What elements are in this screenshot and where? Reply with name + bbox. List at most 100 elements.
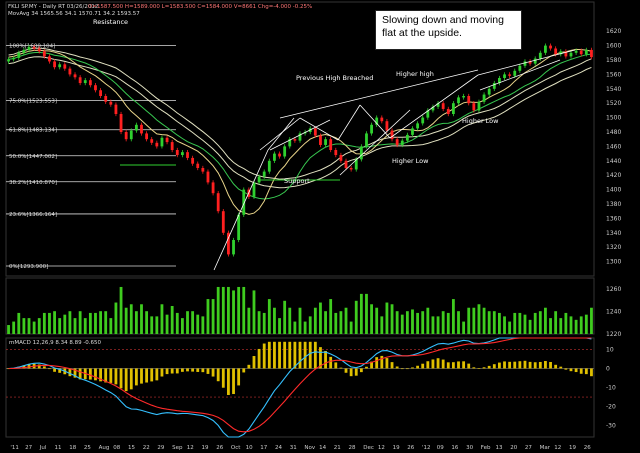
candle-body: [134, 124, 138, 131]
macd-histogram-bar: [518, 361, 522, 369]
candle-body: [170, 142, 174, 150]
volume-bar: [569, 316, 573, 334]
volume-bar: [411, 309, 414, 334]
macd-histogram-bar: [262, 343, 266, 369]
macd-histogram-bar: [482, 367, 486, 369]
macd-histogram-bar: [446, 362, 450, 369]
macd-histogram-bar: [457, 361, 460, 369]
volume-tick-label: 1220: [606, 331, 621, 338]
price-tick-label: 1380: [606, 201, 621, 208]
candle-body: [421, 117, 425, 124]
volume-bar: [278, 318, 281, 334]
macd-histogram-bar: [134, 368, 138, 386]
macd-histogram-bar: [508, 361, 512, 369]
volume-bar: [416, 312, 420, 334]
macd-histogram-bar: [554, 364, 558, 369]
price-tick-label: 1400: [606, 187, 621, 194]
price-tick-label: 1540: [606, 86, 621, 93]
volume-bar: [12, 321, 16, 334]
price-tick-label: 1300: [606, 259, 621, 266]
candle-body: [99, 90, 102, 96]
volume-bar: [303, 321, 307, 334]
candle-body: [319, 135, 322, 145]
candle-body: [201, 168, 205, 172]
price-tick-label: 1580: [606, 57, 621, 64]
support-label: Support: [284, 177, 310, 185]
candle-body: [48, 56, 51, 62]
volume-bar: [528, 319, 532, 334]
price-tick-label: 1360: [606, 215, 621, 222]
candle-body: [411, 128, 414, 135]
volume-bar: [150, 316, 154, 334]
macd-histogram-bar: [114, 368, 118, 385]
macd-histogram-bar: [308, 341, 312, 369]
chart-window: FKLI SP.MY - Daily RT 03/26/2012 O=1587.5…: [0, 0, 640, 453]
macd-histogram-bar: [390, 362, 394, 369]
x-tick-label: Sep: [172, 445, 183, 451]
macd-histogram-bar: [48, 368, 51, 370]
candle-body: [441, 103, 445, 109]
candle-body: [78, 77, 82, 84]
volume-bar: [513, 312, 517, 334]
candle-body: [140, 124, 143, 134]
candle-body: [206, 171, 210, 183]
previous-high-label: Previous High Breached: [296, 74, 373, 82]
macd-histogram-bar: [344, 368, 348, 373]
macd-histogram-bar: [503, 361, 506, 369]
volume-bar: [533, 312, 537, 334]
macd-histogram-bar: [436, 358, 440, 369]
volume-bar: [227, 286, 230, 334]
macd-histogram-bar: [426, 361, 430, 369]
x-tick-label: Oct: [231, 445, 241, 451]
volume-bar: [232, 290, 235, 334]
macd-histogram-bar: [528, 361, 532, 369]
x-tick-label: '11: [10, 445, 19, 451]
volume-bar: [99, 311, 102, 334]
volume-bar: [395, 311, 399, 334]
candle-body: [523, 61, 527, 66]
macd-histogram-bar: [339, 367, 343, 369]
candle-body: [42, 51, 46, 57]
candle-body: [63, 64, 67, 69]
macd-histogram-bar: [574, 368, 578, 373]
macd-histogram-bar: [405, 368, 409, 370]
volume-bar: [7, 325, 10, 334]
volume-bar: [339, 311, 343, 334]
volume-bar: [170, 306, 174, 334]
macd-histogram-bar: [88, 368, 92, 380]
volume-bar: [165, 314, 169, 334]
candle-body: [273, 153, 276, 161]
macd-label: mMACD 12,26,9 8.34 8.89 -0.650: [9, 340, 102, 346]
x-tick-label: 10: [246, 445, 253, 451]
macd-histogram-bar: [559, 366, 563, 369]
macd-histogram-bar: [395, 366, 399, 369]
candle-body: [329, 139, 333, 150]
candle-body: [395, 139, 399, 145]
candle-body: [416, 123, 420, 129]
volume-bar: [68, 311, 72, 334]
header-ohlc: O=1587.500 H=1589.000 L=1583.500 C=1584.…: [88, 4, 312, 10]
volume-bar: [477, 304, 481, 334]
candle-body: [58, 64, 62, 68]
volume-bar: [319, 302, 322, 334]
candle-body: [150, 139, 154, 143]
macd-histogram-bar: [400, 368, 404, 370]
volume-bar: [191, 311, 195, 334]
macd-histogram-bar: [267, 341, 271, 369]
x-tick-label: 27: [25, 445, 32, 451]
x-tick-label: 12: [554, 445, 561, 451]
x-tick-label: Mar: [540, 445, 551, 451]
volume-bar: [63, 314, 67, 334]
x-tick-label: 26: [216, 445, 223, 451]
price-tick-label: 1500: [606, 115, 621, 122]
macd-histogram-bar: [523, 360, 527, 369]
candle-body: [180, 152, 184, 156]
candle-body: [544, 45, 547, 53]
macd-histogram-bar: [492, 364, 496, 369]
candle-body: [165, 137, 169, 143]
candle-body: [451, 103, 455, 114]
volume-bar: [32, 321, 36, 334]
macd-histogram-bar: [237, 368, 241, 386]
volume-bar: [579, 316, 583, 334]
macd-histogram-bar: [216, 368, 220, 382]
